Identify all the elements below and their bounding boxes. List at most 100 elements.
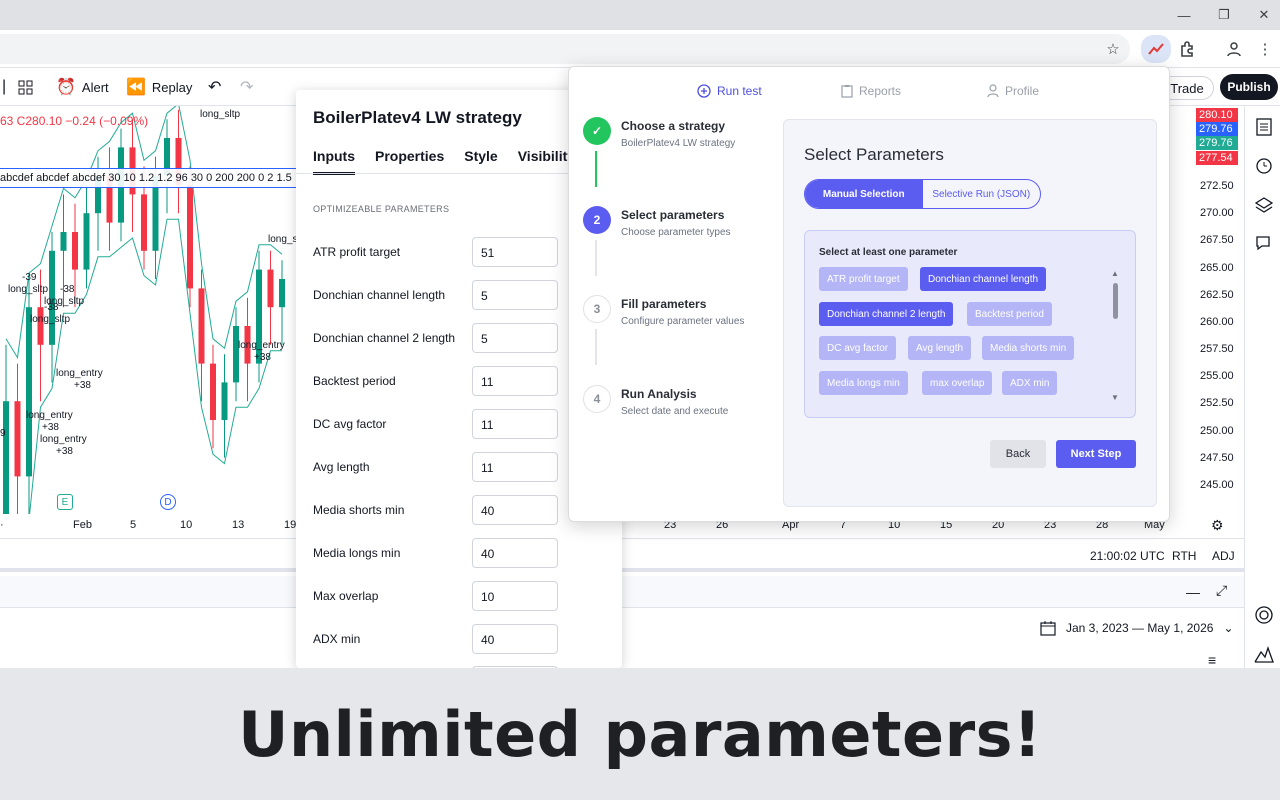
chip-max-overlap[interactable]: max overlap xyxy=(922,371,993,395)
bookmark-star-icon[interactable]: ☆ xyxy=(1101,38,1125,60)
next-step-button[interactable]: Next Step xyxy=(1056,440,1136,468)
list-menu-icon[interactable]: ≡ xyxy=(1208,652,1216,668)
alarm-clock-icon: ⏰ xyxy=(56,79,76,96)
tab-inputs[interactable]: Inputs xyxy=(313,148,355,175)
param-label: ADX min xyxy=(313,632,361,646)
clipboard-icon xyxy=(841,85,853,98)
trade-annotation: long_entry xyxy=(40,434,87,445)
undo-icon[interactable]: ↶ xyxy=(208,76,221,98)
utc-clock[interactable]: 21:00:02 UTC xyxy=(1090,549,1165,563)
trade-annotation: +38 xyxy=(56,446,73,457)
scroll-down-icon[interactable]: ▼ xyxy=(1111,393,1119,402)
chip-donchian-channel-2-length[interactable]: Donchian channel 2 length xyxy=(819,302,954,326)
param-input[interactable]: 40 xyxy=(472,624,558,654)
restore-icon[interactable]: ❐ xyxy=(1202,0,1246,30)
nav-profile[interactable]: Profile xyxy=(987,81,1039,101)
param-label: Avg length xyxy=(313,460,370,474)
chip-adx-min[interactable]: ADX min xyxy=(1002,371,1058,395)
date-range-selector[interactable]: Jan 3, 2023 — May 1, 2026 ⌄ xyxy=(1040,620,1234,636)
url-omnibox[interactable] xyxy=(0,34,1130,64)
extension-chart-icon[interactable] xyxy=(1141,35,1171,63)
minimize-icon[interactable]: — xyxy=(1162,0,1206,30)
alert-button[interactable]: ⏰ Alert xyxy=(56,76,109,98)
param-input[interactable]: 40 xyxy=(472,495,558,525)
earnings-marker[interactable]: E xyxy=(57,494,73,510)
candle-body xyxy=(233,326,239,383)
trade-annotation: long_sltp xyxy=(8,284,49,295)
publish-button[interactable]: Publish xyxy=(1220,74,1278,100)
trade-annotation: -39 xyxy=(22,272,37,283)
param-label: Media longs min xyxy=(313,546,401,560)
trade-annotation: long_entry xyxy=(238,340,285,351)
layers-icon[interactable] xyxy=(1253,194,1275,216)
price-scale[interactable]: 280.10 279.76 279.76 277.54 272.50 270.0… xyxy=(1196,106,1244,514)
calendar-icon xyxy=(1040,621,1056,636)
rth-toggle[interactable]: RTH xyxy=(1172,549,1196,563)
param-label: Donchian channel length xyxy=(313,288,446,302)
adj-toggle[interactable]: ADJ xyxy=(1212,549,1235,563)
candle-body xyxy=(187,185,193,289)
chat-icon[interactable] xyxy=(1253,232,1275,254)
price-label: 250.00 xyxy=(1200,425,1234,437)
param-input[interactable]: 11 xyxy=(472,452,558,482)
redo-icon[interactable]: ↷ xyxy=(240,76,253,98)
chip-backtest-period[interactable]: Backtest period xyxy=(967,302,1052,326)
chip-donchian-channel-length[interactable]: Donchian channel length xyxy=(920,267,1047,291)
param-input[interactable]: 51 xyxy=(472,237,558,267)
chip-atr-profit-target[interactable]: ATR profit target xyxy=(819,267,908,291)
candle-body xyxy=(3,401,9,514)
dividend-marker[interactable]: D xyxy=(160,494,176,510)
tab-visibility[interactable]: Visibility xyxy=(518,148,575,175)
nav-run-test-label: Run test xyxy=(717,84,762,98)
tab-properties[interactable]: Properties xyxy=(375,148,444,175)
time-tick: Feb xyxy=(73,519,92,531)
profile-icon[interactable] xyxy=(1222,38,1246,60)
param-input[interactable]: 5 xyxy=(472,280,558,310)
param-input[interactable]: 10 xyxy=(472,581,558,611)
close-icon[interactable]: ✕ xyxy=(1242,0,1280,30)
dialog-title: BoilerPlatev4 LW strategy xyxy=(313,108,522,127)
param-label: Donchian channel 2 length xyxy=(313,331,456,345)
trade-annotation: long_entry xyxy=(26,410,73,421)
target-icon[interactable] xyxy=(1253,604,1275,626)
alerts-clock-icon[interactable] xyxy=(1253,154,1275,176)
param-input[interactable]: 11 xyxy=(472,409,558,439)
watchlist-icon[interactable] xyxy=(1253,116,1275,138)
selective-run-json-option[interactable]: Selective Run (JSON) xyxy=(923,180,1041,208)
time-tick: 19 xyxy=(284,519,297,531)
chart-status-row: 21:00:02 UTC RTH ADJ xyxy=(0,538,1244,572)
price-label: 265.00 xyxy=(1200,262,1234,274)
param-label: ATR profit target xyxy=(313,245,401,259)
indicator-values-strip[interactable]: abcdef abcdef abcdef 30 10 1.2 1.2 96 30… xyxy=(0,168,300,188)
param-input[interactable]: 40 xyxy=(472,538,558,568)
extensions-puzzle-icon[interactable] xyxy=(1176,38,1200,60)
candle-body xyxy=(37,307,44,345)
pine-editor-icon[interactable] xyxy=(1253,644,1275,666)
nav-run-test[interactable]: Run test xyxy=(697,81,762,101)
browser-menu-icon[interactable]: ⋮ xyxy=(1253,38,1277,60)
param-input[interactable]: 5 xyxy=(472,323,558,353)
price-label: 272.50 xyxy=(1200,180,1234,192)
nav-reports[interactable]: Reports xyxy=(841,81,901,101)
chip-avg-length[interactable]: Avg length xyxy=(908,336,972,360)
scrollbar-thumb[interactable] xyxy=(1113,283,1118,319)
chip-media-longs-min[interactable]: Media longs min xyxy=(819,371,908,395)
param-input[interactable]: 11 xyxy=(472,366,558,396)
parameter-chip-box: Select at least one parameter ATR profit… xyxy=(804,230,1136,418)
chip-dc-avg-factor[interactable]: DC avg factor xyxy=(819,336,897,360)
dialog-tabs: Inputs Properties Style Visibility xyxy=(313,148,575,175)
replay-button[interactable]: ⏪ Replay xyxy=(126,76,192,98)
scroll-up-icon[interactable]: ▲ xyxy=(1111,269,1119,278)
tab-style[interactable]: Style xyxy=(464,148,497,175)
back-button[interactable]: Back xyxy=(990,440,1046,468)
manual-selection-option[interactable]: Manual Selection xyxy=(805,180,923,208)
trade-annotation: long_sltp xyxy=(30,314,71,325)
minimize-panel-icon[interactable]: — xyxy=(1186,584,1200,600)
chip-media-shorts-min[interactable]: Media shorts min xyxy=(982,336,1075,360)
time-tick: 10 xyxy=(180,519,193,531)
chart-settings-gear-icon[interactable]: ⚙ xyxy=(1211,517,1224,534)
maximize-panel-icon[interactable]: ⤢ xyxy=(1216,582,1227,599)
chip-box-scrollbar[interactable]: ▲ ▼ xyxy=(1111,269,1119,403)
price-label: 247.50 xyxy=(1200,452,1234,464)
layouts-grid-icon[interactable] xyxy=(18,76,33,98)
